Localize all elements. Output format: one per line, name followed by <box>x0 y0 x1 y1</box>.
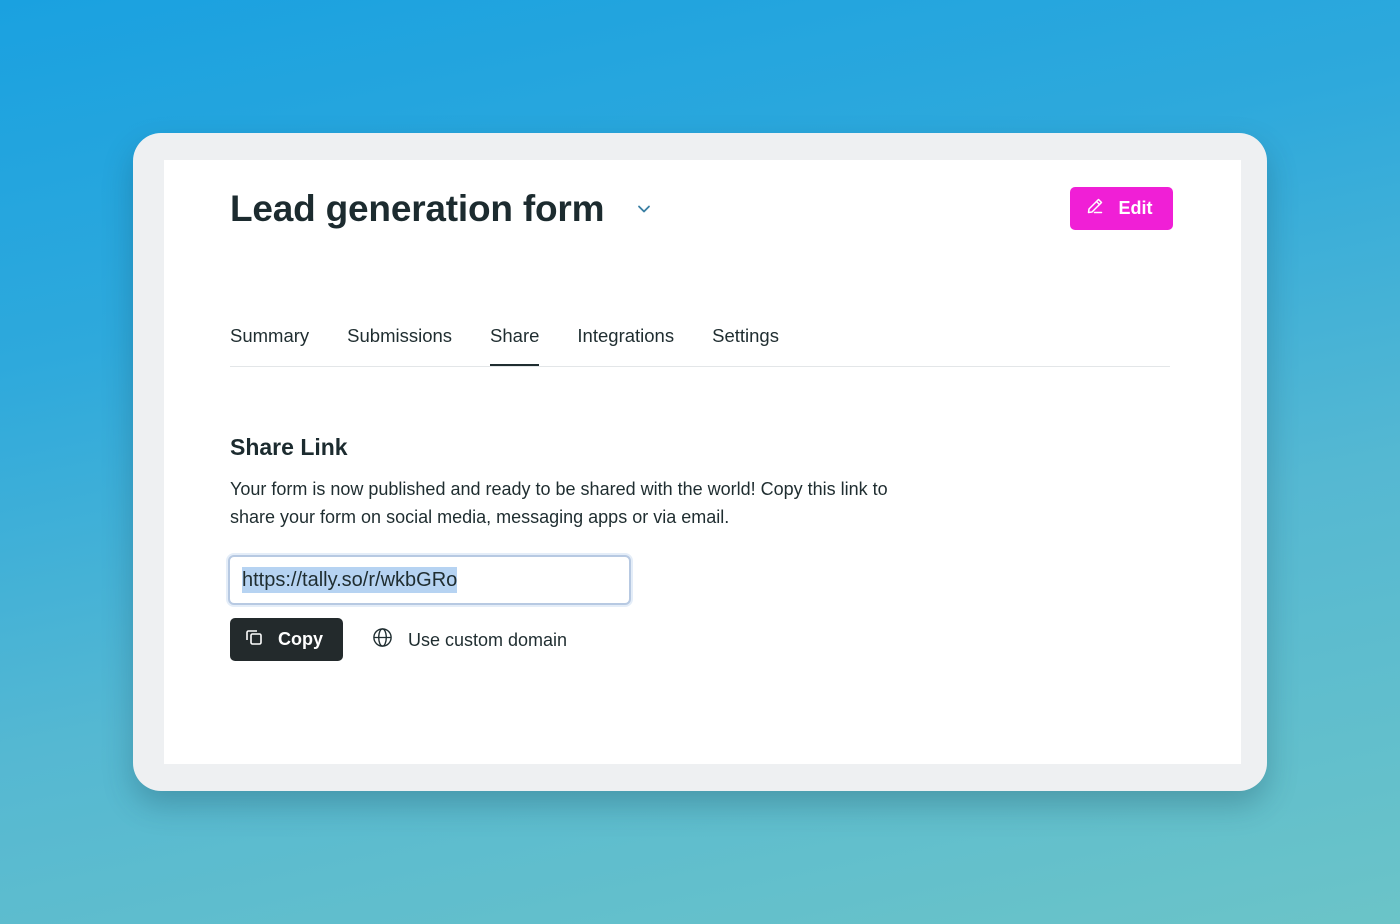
tab-submissions[interactable]: Submissions <box>347 322 452 368</box>
use-custom-domain-label: Use custom domain <box>408 629 568 650</box>
content-panel <box>164 160 1241 764</box>
share-link-field[interactable]: https://tally.so/r/wkbGRo <box>228 555 631 605</box>
use-custom-domain-link[interactable]: Use custom domain <box>372 626 567 654</box>
tab-bar: Summary Submissions Share Integrations S… <box>230 322 779 368</box>
page-title: Lead generation form <box>230 188 605 229</box>
copy-button-label: Copy <box>278 629 323 649</box>
share-link-heading: Share Link <box>230 434 348 460</box>
share-link-value[interactable]: https://tally.so/r/wkbGRo <box>242 567 458 593</box>
copy-icon <box>244 627 264 652</box>
chevron-down-icon[interactable] <box>634 199 654 219</box>
tab-share[interactable]: Share <box>490 322 540 368</box>
tab-settings[interactable]: Settings <box>712 322 779 368</box>
tab-integrations[interactable]: Integrations <box>577 322 674 368</box>
copy-button[interactable]: Copy <box>230 618 343 661</box>
edit-button[interactable]: Edit <box>1070 187 1173 230</box>
share-description: Your form is now published and ready to … <box>230 479 888 527</box>
edit-button-label: Edit <box>1118 198 1153 218</box>
pencil-icon <box>1085 196 1105 221</box>
tabs-divider <box>230 366 1170 367</box>
tab-summary[interactable]: Summary <box>230 322 309 368</box>
globe-icon <box>372 627 393 653</box>
